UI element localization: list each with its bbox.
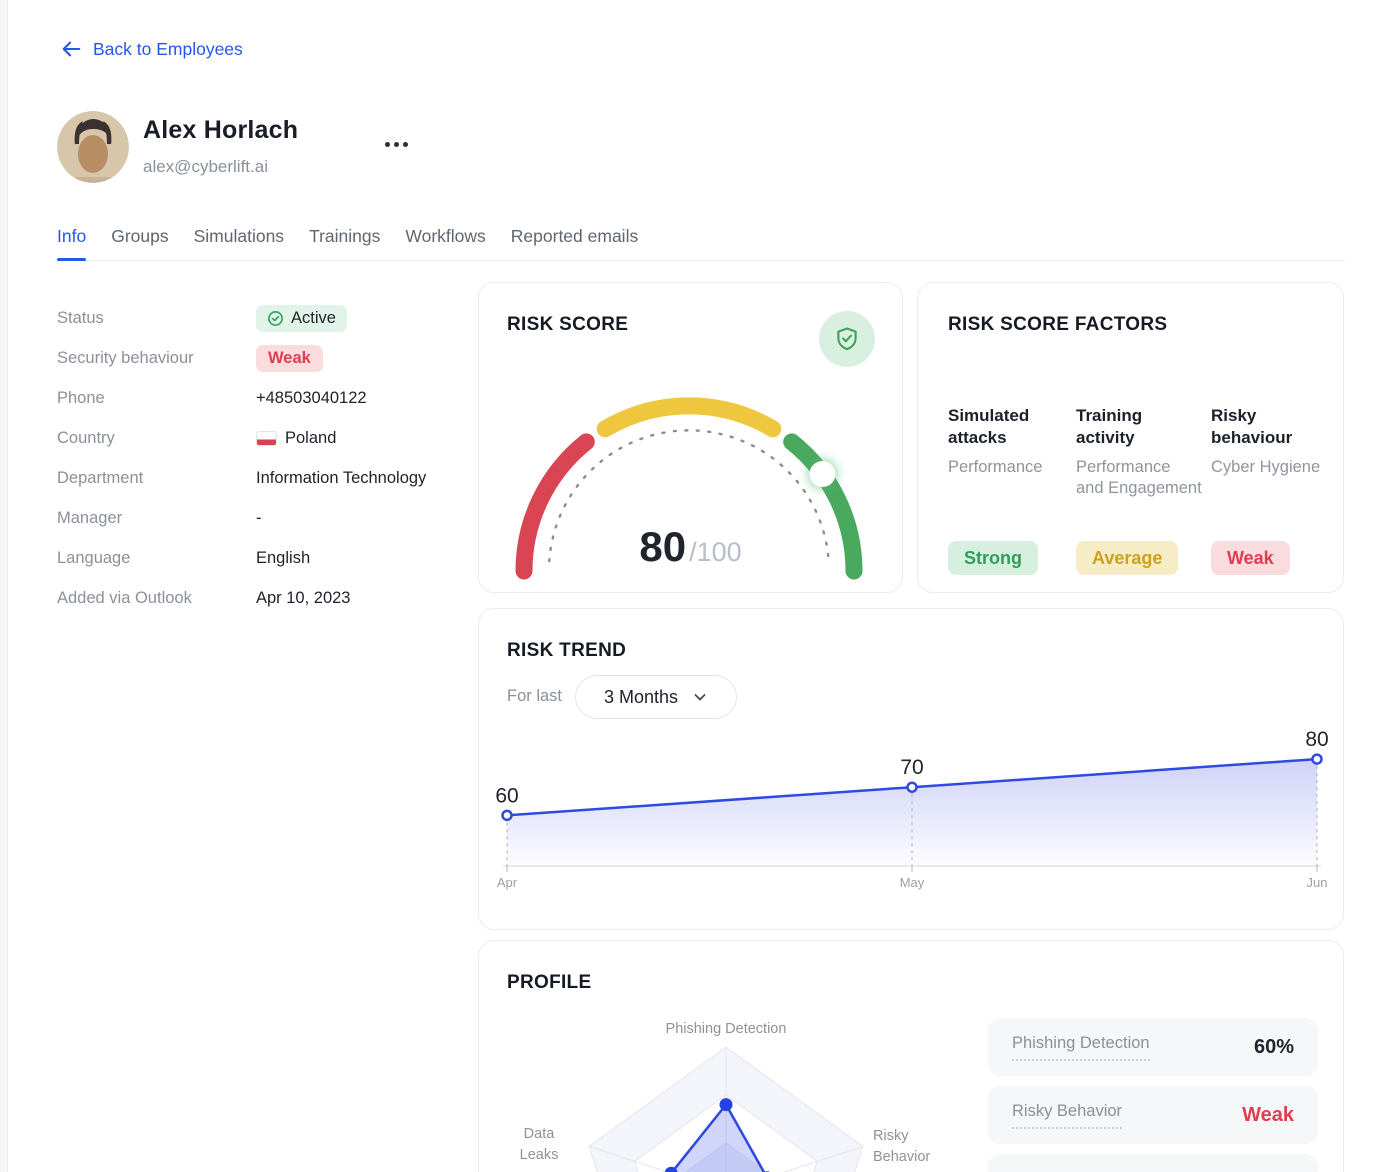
employee-details-list: Status Active Security behaviour Weak Ph… (57, 305, 467, 612)
status-badge: Active (256, 305, 347, 332)
user-name: Alex Horlach (143, 116, 299, 144)
detail-row-phone: Phone +48503040122 (57, 389, 367, 407)
risk-trend-chart: 60 Apr 70 May 80 Jun (495, 728, 1328, 890)
tab-info[interactable]: Info (57, 226, 87, 261)
tab-workflows[interactable]: Workflows (405, 226, 485, 247)
detail-row-manager: Manager - (57, 509, 262, 527)
rating-badge-strong: Strong (948, 541, 1038, 575)
chevron-down-icon (692, 689, 708, 705)
tab-simulations[interactable]: Simulations (194, 226, 284, 247)
tab-groups[interactable]: Groups (111, 226, 168, 247)
risk-trend-card: RISK TREND For last 3 Months 60 Apr 70 May 8… (478, 608, 1344, 930)
tab-trainings[interactable]: Trainings (309, 226, 380, 247)
avatar (57, 111, 129, 183)
for-last-label: For last (507, 687, 563, 705)
detail-row-language: Language English (57, 549, 311, 567)
employee-profile-page: Back to Employees Alex Horlach alex@cybe… (0, 0, 1396, 1172)
factor-training-activity: Training activity Performance and Engage… (1076, 406, 1202, 497)
detail-row-country: Country Poland (57, 429, 337, 447)
detail-row-security-behaviour: Security behaviour Weak (57, 345, 467, 372)
active-check-icon (267, 310, 284, 327)
risk-score-factors-card: RISK SCORE FACTORS Simulated attacks Per… (917, 282, 1344, 593)
tab-reported-emails[interactable]: Reported emails (511, 226, 638, 247)
more-actions-button[interactable] (385, 142, 408, 147)
poland-flag-icon (256, 431, 277, 446)
factor-risky-behaviour: Risky behaviour Cyber Hygiene (1211, 406, 1321, 476)
shield-check-icon (819, 311, 875, 367)
gauge-yellow-arc (596, 397, 782, 438)
radar-axis-phishing-detection: Phishing Detection (665, 1021, 787, 1037)
svg-text:80: 80 (1305, 728, 1328, 751)
gauge-marker (809, 461, 836, 488)
rating-badge-weak: Weak (1211, 541, 1290, 575)
left-rail-divider (0, 0, 8, 1172)
detail-row-status: Status Active (57, 305, 467, 332)
profile-title: PROFILE (507, 972, 592, 993)
svg-text:Jun: Jun (1307, 875, 1328, 890)
back-arrow-icon (60, 38, 82, 60)
risk-score-value: 80 /100 (639, 523, 742, 570)
period-value: 3 Months (603, 686, 679, 707)
back-to-employees-link[interactable]: Back to Employees (60, 38, 243, 60)
svg-text:Apr: Apr (497, 875, 518, 890)
factor-simulated-attacks: Simulated attacks Performance (948, 406, 1043, 476)
stat-card-phishing-detection: Phishing Detection 60% (988, 1018, 1318, 1076)
detail-row-department: Department Information Technology (57, 469, 427, 487)
risk-score-card: RISK SCORE 80 /100 (478, 282, 903, 593)
risk-trend-title: RISK TREND (507, 640, 627, 661)
user-email: alex@cyberlift.ai (143, 157, 268, 176)
security-behaviour-badge: Weak (256, 345, 323, 372)
svg-text:May: May (900, 875, 925, 890)
svg-text:60: 60 (495, 784, 518, 807)
stat-card-data-leaks: Data Leaks (988, 1154, 1318, 1172)
risk-factors-title: RISK SCORE FACTORS (948, 314, 1168, 335)
profile-tabs: Info Groups Simulations Trainings Workfl… (57, 226, 1345, 261)
radar-axis-risky-behavior: Risky Behavior (873, 1128, 931, 1165)
stat-card-risky-behavior: Risky Behavior Weak (988, 1086, 1318, 1144)
detail-row-added-via-outlook: Added via Outlook Apr 10, 2023 (57, 589, 351, 607)
radar-axis-data-leaks: Data Leaks (519, 1126, 559, 1163)
back-link-label: Back to Employees (93, 38, 243, 59)
risk-score-title: RISK SCORE (507, 314, 629, 335)
svg-text:70: 70 (900, 756, 923, 779)
profile-card: PROFILE Phishing Detection Data Leaks Ri… (478, 940, 1344, 1172)
rating-badge-average: Average (1076, 541, 1179, 575)
